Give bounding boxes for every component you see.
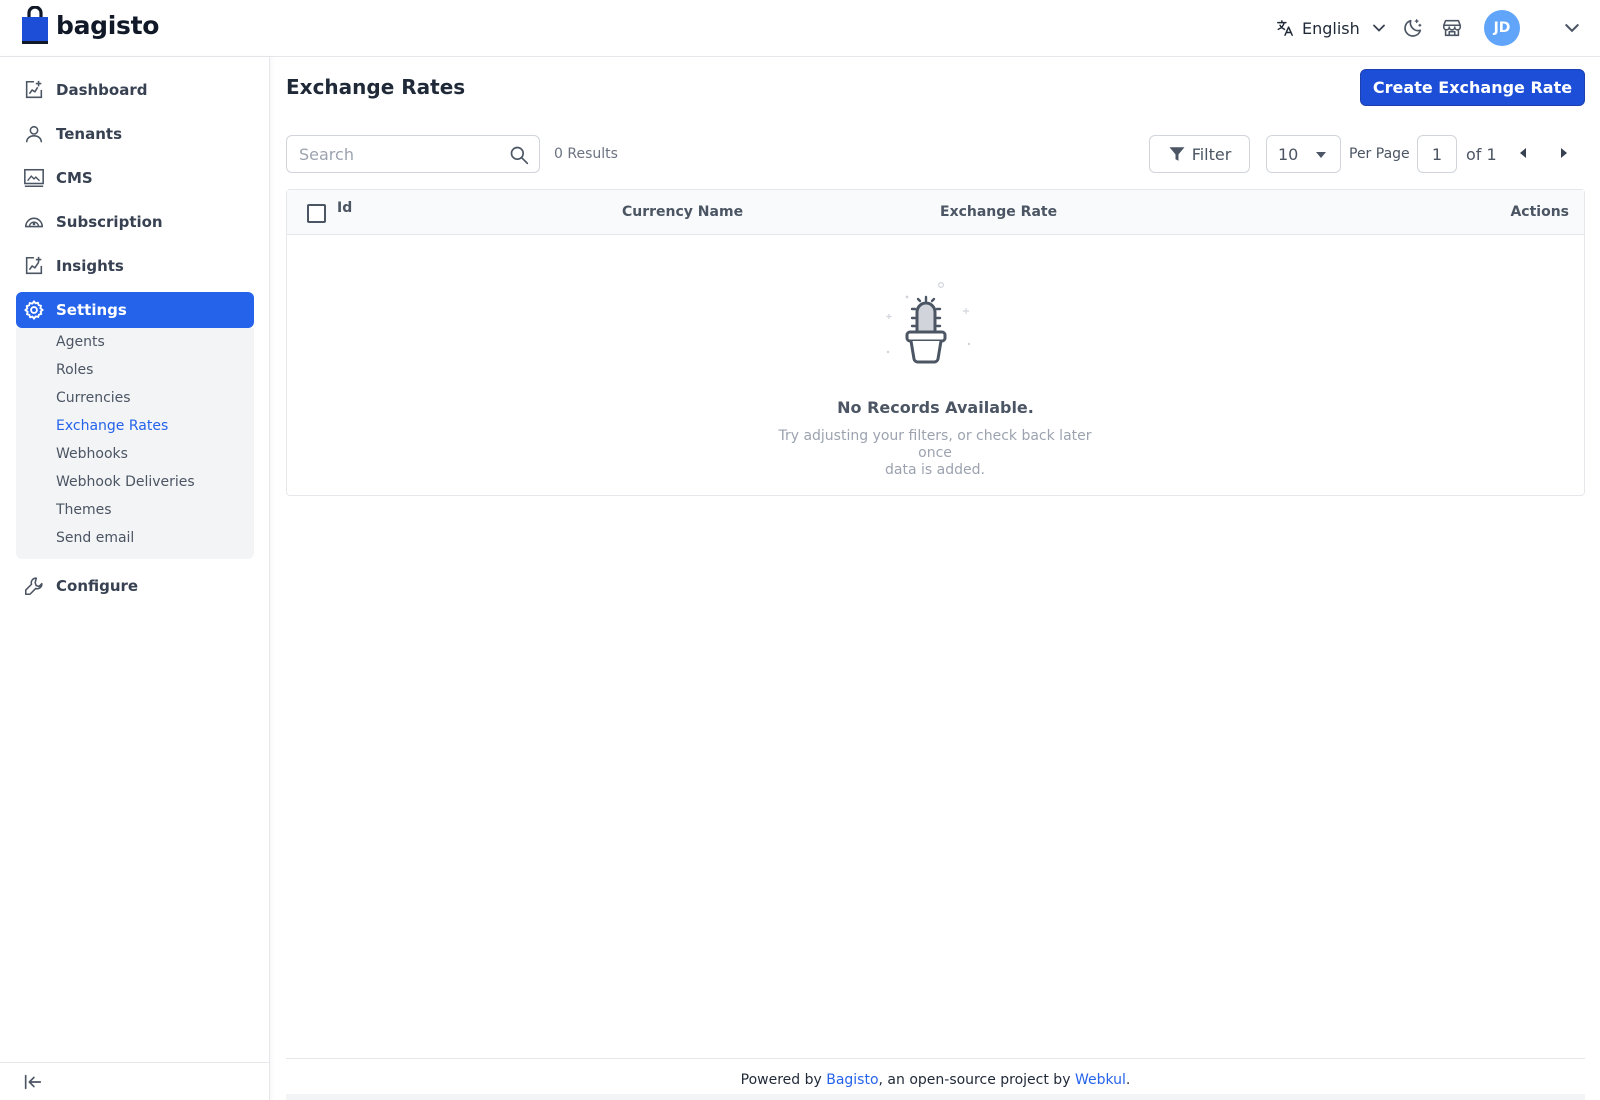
- dark-mode-toggle[interactable]: [1399, 14, 1427, 42]
- sidebar-item-subscription[interactable]: Subscription: [16, 204, 254, 240]
- sidebar-item-label: Insights: [56, 257, 124, 275]
- moon-icon: [1404, 19, 1422, 37]
- empty-state-description-line: Try adjusting your filters, or check bac…: [778, 428, 1092, 461]
- language-selector[interactable]: English: [1268, 8, 1394, 48]
- gear-icon: [24, 300, 44, 320]
- column-exchange-rate[interactable]: Exchange Rate: [940, 204, 1057, 220]
- submenu-item-agents[interactable]: Agents: [56, 334, 105, 350]
- avatar[interactable]: JD: [1484, 10, 1520, 46]
- column-id[interactable]: Id: [337, 200, 352, 216]
- footer-suffix: .: [1125, 1071, 1131, 1088]
- page-total: of 1: [1466, 145, 1497, 164]
- column-currency-name[interactable]: Currency Name: [622, 204, 743, 220]
- user-icon: [25, 125, 43, 143]
- empty-cactus-icon: [886, 282, 971, 364]
- storefront-button[interactable]: [1438, 14, 1466, 42]
- chevron-down-icon: [1372, 24, 1385, 32]
- submenu-item-exchange-rates[interactable]: Exchange Rates: [56, 418, 168, 434]
- search-box: [286, 135, 540, 173]
- search-input[interactable]: [299, 144, 499, 164]
- sidebar-item-cms[interactable]: CMS: [16, 160, 254, 196]
- footer-middle: , an open-source project by: [878, 1071, 1075, 1088]
- sidebar-item-label: Configure: [56, 577, 139, 595]
- collapse-sidebar-button[interactable]: [0, 1062, 269, 1100]
- caret-right-icon: [1561, 148, 1567, 158]
- sidebar-item-label: Subscription: [56, 213, 163, 231]
- language-label: English: [1302, 18, 1360, 38]
- search-icon[interactable]: [509, 145, 529, 165]
- data-grid: Id Currency Name Exchange Rate Actions N…: [286, 189, 1585, 496]
- store-icon: [1442, 19, 1462, 37]
- submenu-item-roles[interactable]: Roles: [56, 362, 93, 378]
- cloud-icon: [24, 217, 44, 228]
- empty-state-description: Try adjusting your filters, or check bac…: [760, 428, 1110, 479]
- page-number-input[interactable]: 1: [1417, 135, 1457, 173]
- sidebar-item-label: Settings: [56, 301, 127, 319]
- select-all-checkbox[interactable]: [307, 204, 326, 223]
- collapse-left-icon: [24, 1074, 42, 1089]
- sidebar-item-label: Tenants: [56, 125, 122, 143]
- dashboard-icon: [25, 80, 43, 99]
- submenu-item-themes[interactable]: Themes: [56, 502, 112, 518]
- column-actions: Actions: [1510, 204, 1569, 220]
- next-page-button[interactable]: [1557, 146, 1571, 160]
- footer-strip: [286, 1094, 1585, 1100]
- chevron-down-icon: [1565, 24, 1579, 33]
- top-header: bagisto English JD: [0, 0, 1600, 57]
- results-count: 0 Results: [554, 146, 618, 162]
- wrench-icon: [24, 577, 43, 596]
- grid-header: Id Currency Name Exchange Rate Actions: [287, 190, 1584, 235]
- filter-button[interactable]: Filter: [1149, 135, 1250, 173]
- sidebar-item-tenants[interactable]: Tenants: [16, 116, 254, 152]
- caret-left-icon: [1520, 148, 1526, 158]
- filter-label: Filter: [1191, 144, 1232, 164]
- settings-submenu: Agents Roles Currencies Exchange Rates W…: [16, 328, 254, 559]
- caret-down-icon: [1316, 152, 1326, 158]
- shopping-bag-icon: [22, 6, 48, 44]
- create-exchange-rate-button[interactable]: Create Exchange Rate: [1360, 69, 1585, 106]
- logo-text: bagisto: [56, 10, 160, 40]
- sidebar: Dashboard Tenants CMS Subscription Insig…: [0, 57, 270, 1100]
- bagisto-link[interactable]: Bagisto: [826, 1072, 878, 1088]
- sidebar-item-label: CMS: [56, 169, 93, 187]
- per-page-select[interactable]: 10: [1266, 135, 1341, 173]
- submenu-item-webhook-deliveries[interactable]: Webhook Deliveries: [56, 474, 195, 490]
- empty-state-description-line: data is added.: [885, 462, 985, 478]
- submenu-item-webhooks[interactable]: Webhooks: [56, 446, 128, 462]
- sidebar-item-settings[interactable]: Settings: [16, 292, 254, 328]
- sidebar-item-insights[interactable]: Insights: [16, 248, 254, 284]
- profile-menu-toggle[interactable]: [1558, 14, 1586, 42]
- sidebar-item-label: Dashboard: [56, 81, 148, 99]
- filter-icon: [1169, 147, 1185, 161]
- submenu-item-send-email[interactable]: Send email: [56, 530, 134, 546]
- footer-prefix: Powered by: [740, 1071, 827, 1088]
- sidebar-item-configure[interactable]: Configure: [16, 568, 254, 604]
- empty-state-title: No Records Available.: [837, 398, 1034, 417]
- image-icon: [24, 168, 44, 188]
- translate-icon: [1277, 20, 1293, 36]
- webkul-link[interactable]: Webkul: [1075, 1072, 1126, 1088]
- submenu-item-currencies[interactable]: Currencies: [56, 390, 131, 406]
- previous-page-button[interactable]: [1516, 146, 1530, 160]
- chart-icon: [25, 256, 43, 275]
- page-title: Exchange Rates: [286, 75, 466, 99]
- per-page-label: Per Page: [1349, 146, 1410, 162]
- logo[interactable]: bagisto: [21, 6, 159, 44]
- per-page-value: 10: [1278, 144, 1299, 164]
- sidebar-item-dashboard[interactable]: Dashboard: [16, 72, 254, 108]
